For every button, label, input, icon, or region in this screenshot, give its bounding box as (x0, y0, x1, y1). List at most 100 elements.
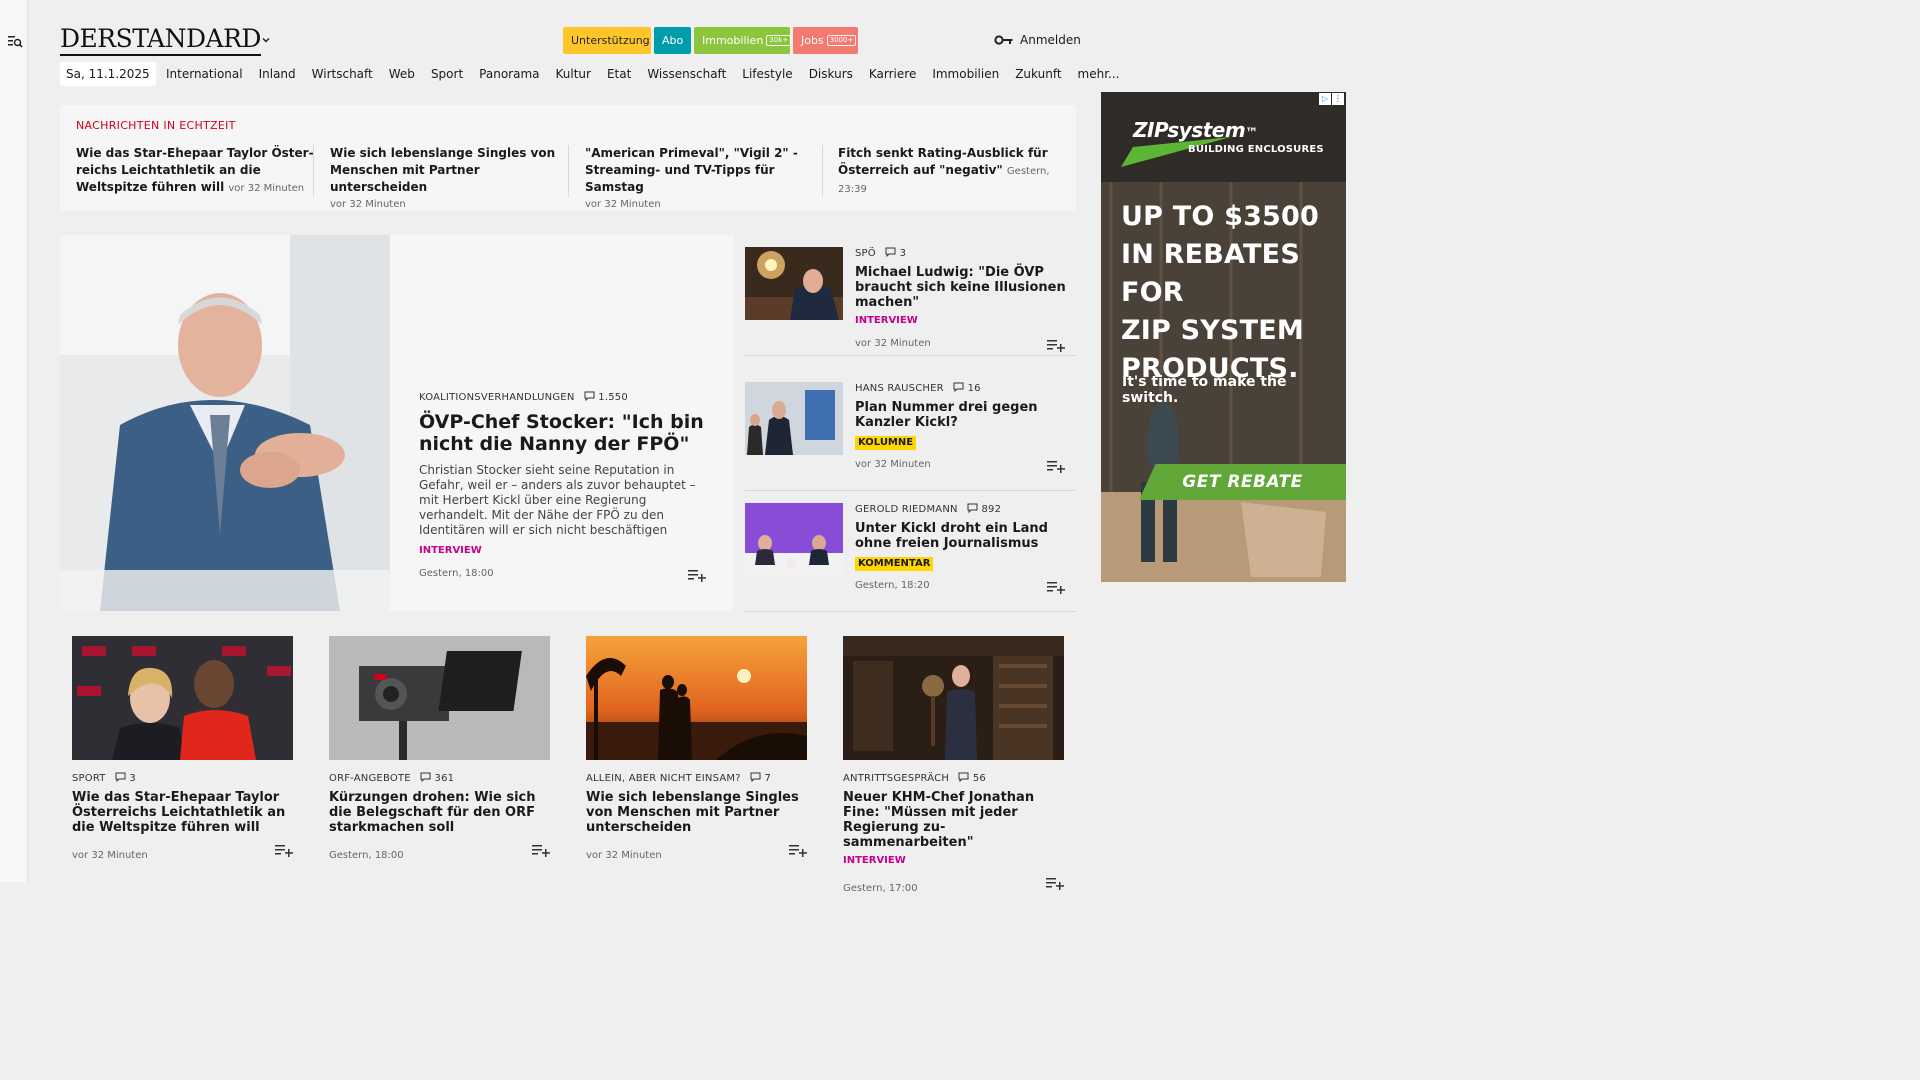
side-article[interactable]: GEROLD RIEDMANN 892 Unter Kickl droht ei… (745, 491, 1076, 612)
side-article[interactable]: SPÖ 3 Michael Ludwig: "Die ÖVP braucht s… (745, 235, 1076, 356)
hero-image[interactable] (60, 235, 390, 611)
nav-item-kultur[interactable]: Kultur (555, 62, 590, 86)
card-meta: Gestern, 18:00 (329, 843, 550, 861)
article-card[interactable]: ANTRITTSGESPRÄCH 56 Neuer KHM-Chef Jonat… (843, 636, 1064, 894)
get-rebate-button[interactable]: GET REBATE (1139, 464, 1346, 500)
immobilien-button[interactable]: Immobilien 30k+ (694, 27, 792, 54)
nav-item-etat[interactable]: Etat (607, 62, 631, 86)
comment-count[interactable]: 892 (981, 504, 1001, 515)
comment-count[interactable]: 56 (973, 773, 986, 784)
key-icon (994, 35, 1013, 45)
comment-count[interactable]: 7 (765, 773, 772, 784)
add-to-list-icon[interactable] (1047, 338, 1065, 352)
nav-item-international[interactable]: International (166, 62, 243, 86)
article-thumbnail[interactable] (745, 382, 843, 455)
realtime-item[interactable]: Fitch senkt Rating-Ausblick für Öster­re… (838, 145, 1063, 198)
nav-item-inland[interactable]: Inland (259, 62, 296, 86)
nav-item-wissenschaft[interactable]: Wissenschaft (647, 62, 726, 86)
comment-count[interactable]: 3 (900, 248, 907, 259)
side-time: Gestern, 18:20 (855, 580, 930, 591)
search-menu-icon[interactable] (7, 33, 23, 49)
ad-close-icon[interactable]: ⋮ (1332, 93, 1344, 105)
jobs-button[interactable]: Jobs 3000+ (793, 27, 858, 54)
add-to-list-icon[interactable] (1047, 580, 1065, 594)
add-to-list-icon[interactable] (789, 843, 807, 857)
comment-count[interactable]: 16 (968, 383, 981, 394)
article-image[interactable] (72, 636, 293, 760)
nav-item-immobilien[interactable]: Immobilien (932, 62, 999, 86)
hero-article[interactable]: KOALITIONSVERHANDLUNGEN 1.550 ÖVP-Chef S… (60, 235, 733, 611)
side-headline[interactable]: Michael Ludwig: "Die ÖVP braucht sich ke… (855, 265, 1070, 310)
article-thumbnail[interactable] (745, 503, 843, 576)
nav-item-more[interactable]: mehr... (1078, 62, 1120, 86)
hero-lead: Christian Stocker sieht seine Reputation… (419, 463, 696, 537)
nav-item-zukunft[interactable]: Zukunft (1015, 62, 1061, 86)
advertisement-banner[interactable]: ▷ ⋮ ZIPsystem™ BUILDING ENCLOSURES UP TO… (1101, 92, 1346, 582)
support-button[interactable]: Unterstützung (563, 27, 651, 54)
comment-count[interactable]: 361 (435, 773, 455, 784)
ad-headline: UP TO $3500 IN REBATES FOR ZIP SYSTEM PR… (1121, 198, 1346, 388)
jobs-count-badge: 3000+ (826, 35, 857, 46)
nav-item-wirtschaft[interactable]: Wirtschaft (312, 62, 373, 86)
card-time: Gestern, 18:00 (329, 850, 404, 861)
kicker-label: GEROLD RIEDMANN (855, 504, 958, 515)
side-article[interactable]: HANS RAUSCHER 16 Plan Nummer drei gegen … (745, 370, 1076, 491)
card-headline[interactable]: Neuer KHM-Chef Jonathan Fine: "Müssen mi… (843, 790, 1064, 850)
kolumne-tag: KOLUMNE (855, 436, 917, 450)
kicker-label: ORF-ANGEBOTE (329, 773, 411, 784)
comment-icon[interactable] (958, 772, 969, 783)
article-image[interactable] (586, 636, 807, 760)
interview-tag: INTERVIEW (419, 545, 482, 556)
article-card[interactable]: SPORT 3 Wie das Star-Ehepaar Taylor Öste… (72, 636, 293, 861)
ad-brand-tm: ™ (1245, 126, 1258, 141)
kicker-label: SPORT (72, 773, 106, 784)
add-to-list-icon[interactable] (688, 568, 706, 582)
comment-icon[interactable] (420, 772, 431, 783)
comment-count[interactable]: 1.550 (598, 392, 628, 403)
card-headline[interactable]: Kürzungen drohen: Wie sich die Belegscha… (329, 790, 550, 835)
comment-icon[interactable] (953, 382, 964, 393)
add-to-list-icon[interactable] (1047, 459, 1065, 473)
card-kicker: ANTRITTSGESPRÄCH 56 (843, 772, 1064, 786)
realtime-item[interactable]: Wie das Star-Ehepaar Taylor Öster­reichs… (76, 145, 316, 197)
article-thumbnail[interactable] (745, 247, 843, 320)
comment-count[interactable]: 3 (129, 773, 136, 784)
login-button[interactable]: Anmelden (994, 32, 1081, 48)
card-headline[interactable]: Wie das Star-Ehepaar Taylor Österreichs … (72, 790, 293, 835)
comment-icon[interactable] (750, 772, 761, 783)
article-card[interactable]: ALLEIN, ABER NICHT EINSAM? 7 Wie sich le… (586, 636, 807, 861)
add-to-list-icon[interactable] (1046, 876, 1064, 890)
side-headline[interactable]: Plan Nummer drei gegen Kanzler Kickl? (855, 400, 1070, 430)
article-image[interactable] (843, 636, 1064, 760)
nav-item-karriere[interactable]: Karriere (869, 62, 916, 86)
nav-item-panorama[interactable]: Panorama (479, 62, 539, 86)
realtime-news-box: NACHRICHTEN IN ECHTZEIT Wie das Star-Ehe… (60, 105, 1076, 210)
chevron-down-icon[interactable] (260, 34, 272, 46)
hero-text: KOALITIONSVERHANDLUNGEN 1.550 ÖVP-Chef S… (419, 391, 709, 579)
abo-button[interactable]: Abo (654, 27, 691, 54)
comment-icon[interactable] (885, 247, 896, 258)
side-headline[interactable]: Unter Kickl droht ein Land ohne freien J… (855, 521, 1070, 551)
ad-choices-icon[interactable]: ▷ (1319, 93, 1331, 105)
article-card[interactable]: ORF-ANGEBOTE 361 Kürzungen drohen: Wie s… (329, 636, 550, 861)
realtime-item[interactable]: Wie sich lebenslange Singles von Mensche… (330, 145, 560, 213)
add-to-list-icon[interactable] (532, 843, 550, 857)
nav-item-diskurs[interactable]: Diskurs (809, 62, 853, 86)
add-to-list-icon[interactable] (275, 843, 293, 857)
nav-item-sport[interactable]: Sport (431, 62, 463, 86)
card-meta: Gestern, 17:00 (843, 876, 1064, 894)
nav-item-web[interactable]: Web (389, 62, 415, 86)
card-headline[interactable]: Wie sich lebenslange Singles von Mensche… (586, 790, 807, 835)
ad-info-badges[interactable]: ▷ ⋮ (1319, 93, 1344, 105)
interview-tag: INTERVIEW (855, 315, 918, 326)
hero-headline[interactable]: ÖVP-Chef Stocker: "Ich bin nicht die Nan… (419, 411, 709, 455)
left-rail (0, 0, 28, 882)
realtime-time: vor 32 Minuten (585, 199, 661, 210)
comment-icon[interactable] (584, 391, 595, 402)
realtime-item[interactable]: "American Primeval", "Vigil 2" - Strea­m… (585, 145, 810, 213)
article-image[interactable] (329, 636, 550, 760)
nav-item-lifestyle[interactable]: Lifestyle (742, 62, 792, 86)
site-logo[interactable]: DERSTANDARD (60, 24, 261, 56)
comment-icon[interactable] (967, 503, 978, 514)
comment-icon[interactable] (115, 772, 126, 783)
